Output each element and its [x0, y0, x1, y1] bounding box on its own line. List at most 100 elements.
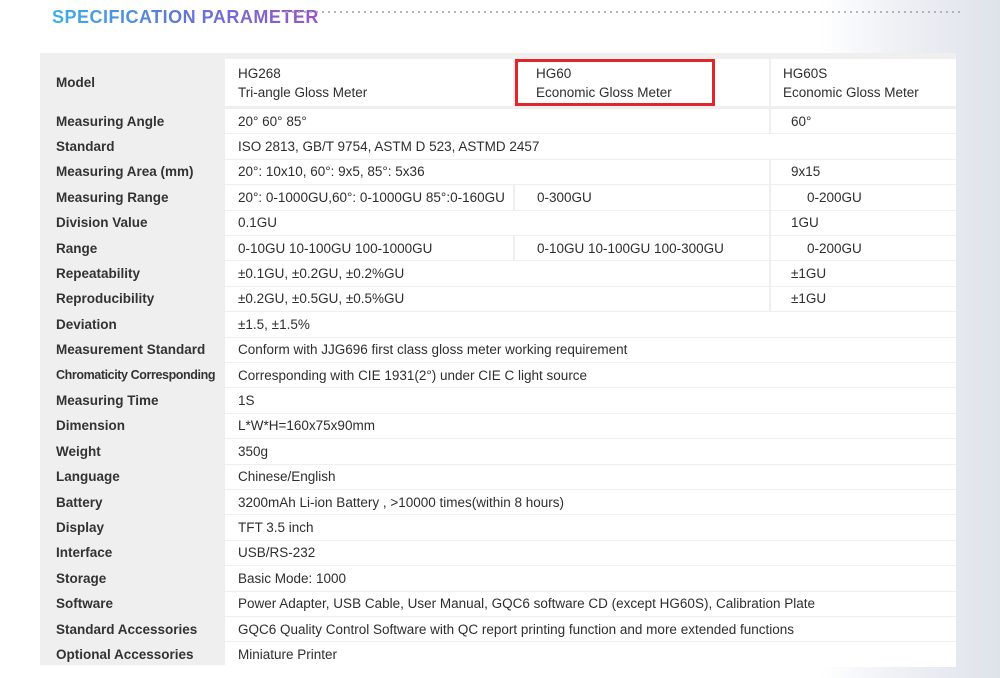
cell-value: GQC6 Quality Control Software with QC re…	[238, 621, 795, 637]
value-cell: ±0.1GU, ±0.2GU, ±0.2%GU	[225, 261, 769, 286]
row-label: Reproducibility	[56, 291, 155, 307]
cell-value: ±1GU	[791, 266, 827, 282]
value-cell: ±0.2GU, ±0.5GU, ±0.5%GU	[225, 286, 769, 312]
cell-value: USB/RS-232	[238, 545, 316, 561]
model-col-hg60: HG60 Economic Gloss Meter	[515, 59, 769, 106]
cell-value: L*W*H=160x75x90mm	[238, 418, 375, 434]
cell-value: ±0.1GU, ±0.2GU, ±0.2%GU	[238, 266, 405, 282]
row-label: Measuring Angle	[56, 113, 165, 129]
dotted-divider	[284, 11, 964, 13]
value-cell: Miniature Printer	[225, 642, 956, 667]
row-label: Repeatability	[56, 266, 141, 282]
row-label: Measuring Time	[56, 393, 159, 409]
cell-value: 0-300GU	[537, 189, 592, 205]
row-label: Range	[56, 240, 98, 256]
table-row: Chromaticity Corresponding Corresponding …	[40, 363, 956, 388]
cell-value: Corresponding with CIE 1931(2°) under CI…	[238, 367, 588, 383]
value-cell: USB/RS-232	[225, 540, 956, 566]
model-code: HG60S	[783, 65, 828, 81]
cell-value: 3200mAh Li-ion Battery , >10000 times(wi…	[238, 494, 565, 510]
table-row: Reproducibility ±0.2GU, ±0.5GU, ±0.5%GU ±1…	[40, 286, 956, 312]
cell-value: 1GU	[791, 215, 819, 231]
table-row: Measuring Angle 20° 60° 85° 60°	[40, 109, 956, 134]
value-cell: 9x15	[771, 159, 956, 185]
row-label: Language	[56, 469, 120, 485]
cell-value: 0-10GU 10-100GU 100-300GU	[537, 240, 724, 256]
cell-value: ±0.2GU, ±0.5GU, ±0.5%GU	[238, 291, 405, 307]
table-row: Interface USB/RS-232	[40, 540, 956, 566]
table-row: Measurement Standard Conform with JJG696 …	[40, 337, 956, 362]
table-row-model: Model HG268 Tri-angle Gloss Meter HG60 E…	[40, 59, 956, 106]
table-row: Battery 3200mAh Li-ion Battery , >10000 t…	[40, 490, 956, 515]
cell-value: Power Adapter, USB Cable, User Manual, G…	[238, 596, 815, 612]
row-label: Deviation	[56, 316, 117, 332]
cell-value: 9x15	[791, 164, 821, 180]
value-cell: ±1GU	[771, 261, 956, 286]
row-label: Standard	[56, 139, 115, 155]
cell-value: 20° 60° 85°	[238, 113, 307, 129]
cell-value: 1S	[238, 393, 255, 409]
model-col-hg60s: HG60S Economic Gloss Meter	[771, 59, 956, 106]
table-row: Standard Accessories GQC6 Quality Control…	[40, 617, 956, 642]
cell-value: Chinese/English	[238, 469, 336, 485]
page-title: SPECIFICATION PARAMETER	[52, 6, 319, 27]
value-cell: L*W*H=160x75x90mm	[225, 413, 956, 439]
cell-value: ±1GU	[791, 291, 827, 307]
table-row: Display TFT 3.5 inch	[40, 515, 956, 540]
cell-value: 0.1GU	[238, 215, 278, 231]
spec-table: Model HG268 Tri-angle Gloss Meter HG60 E…	[40, 53, 956, 667]
value-cell: GQC6 Quality Control Software with QC re…	[225, 617, 956, 642]
model-code: HG60	[536, 65, 572, 81]
cell-value: 0-200GU	[807, 189, 862, 205]
row-label: Dimension	[56, 418, 126, 434]
row-label: Division Value	[56, 215, 148, 231]
value-cell: ±1GU	[771, 286, 956, 312]
value-cell: 20° 60° 85°	[225, 109, 769, 134]
value-cell: 3200mAh Li-ion Battery , >10000 times(wi…	[225, 490, 956, 515]
table-row: Language Chinese/English	[40, 464, 956, 489]
row-label: Measuring Range	[56, 189, 169, 205]
section-header: SPECIFICATION PARAMETER	[52, 5, 319, 29]
table-row: Division Value 0.1GU 1GU	[40, 210, 956, 235]
value-cell: TFT 3.5 inch	[225, 515, 956, 540]
value-cell: 0-10GU 10-100GU 100-1000GU	[225, 236, 513, 261]
model-col-hg268: HG268 Tri-angle Gloss Meter	[225, 59, 513, 106]
model-name: Economic Gloss Meter	[536, 84, 672, 100]
cell-value: 20°: 10x10, 60°: 9x5, 85°: 5x36	[238, 164, 425, 180]
row-label: Weight	[56, 443, 101, 459]
value-cell: 0.1GU	[225, 210, 769, 235]
row-label: Optional Accessories	[56, 647, 194, 663]
cell-value: 20°: 0-1000GU,60°: 0-1000GU 85°:0-160GU	[238, 189, 505, 205]
table-row: Range 0-10GU 10-100GU 100-1000GU 0-10GU 10…	[40, 236, 956, 261]
table-row: Repeatability ±0.1GU, ±0.2GU, ±0.2%GU ±1GU	[40, 261, 956, 286]
cell-value: 0-200GU	[807, 240, 862, 256]
table-row: Storage Basic Mode: 1000	[40, 566, 956, 591]
value-cell: 0-200GU	[771, 185, 956, 210]
model-name: Economic Gloss Meter	[783, 84, 919, 100]
value-cell: Corresponding with CIE 1931(2°) under CI…	[225, 363, 956, 388]
value-cell: ±1.5, ±1.5%	[225, 312, 956, 337]
value-cell: 0-10GU 10-100GU 100-300GU	[515, 236, 769, 261]
table-row: Measuring Time 1S	[40, 388, 956, 413]
model-name: Tri-angle Gloss Meter	[238, 84, 368, 100]
value-cell: Chinese/English	[225, 464, 956, 489]
value-cell: 1GU	[771, 210, 956, 235]
cell-value: ±1.5, ±1.5%	[238, 316, 310, 332]
row-label: Battery	[56, 494, 103, 510]
value-cell: 0-200GU	[771, 236, 956, 261]
cell-value: 0-10GU 10-100GU 100-1000GU	[238, 240, 433, 256]
table-row: Weight 350g	[40, 439, 956, 464]
table-row: Standard ISO 2813, GB/T 9754, ASTM D 523,…	[40, 134, 956, 159]
table-row: Software Power Adapter, USB Cable, User M…	[40, 591, 956, 616]
row-label: Measurement Standard	[56, 342, 206, 358]
value-cell: Basic Mode: 1000	[225, 566, 956, 591]
row-label: Chromaticity Corresponding	[56, 368, 216, 383]
table-row: Optional Accessories Miniature Printer	[40, 642, 956, 667]
value-cell: ISO 2813, GB/T 9754, ASTM D 523, ASTMD 2…	[225, 134, 956, 159]
table-row: Measuring Range 20°: 0-1000GU,60°: 0-1000…	[40, 185, 956, 210]
value-cell: Power Adapter, USB Cable, User Manual, G…	[225, 591, 956, 616]
value-cell: Conform with JJG696 first class gloss me…	[225, 337, 956, 362]
row-label-model: Model	[56, 75, 95, 90]
row-label: Standard Accessories	[56, 621, 198, 637]
row-label: Measuring Area (mm)	[56, 164, 194, 180]
